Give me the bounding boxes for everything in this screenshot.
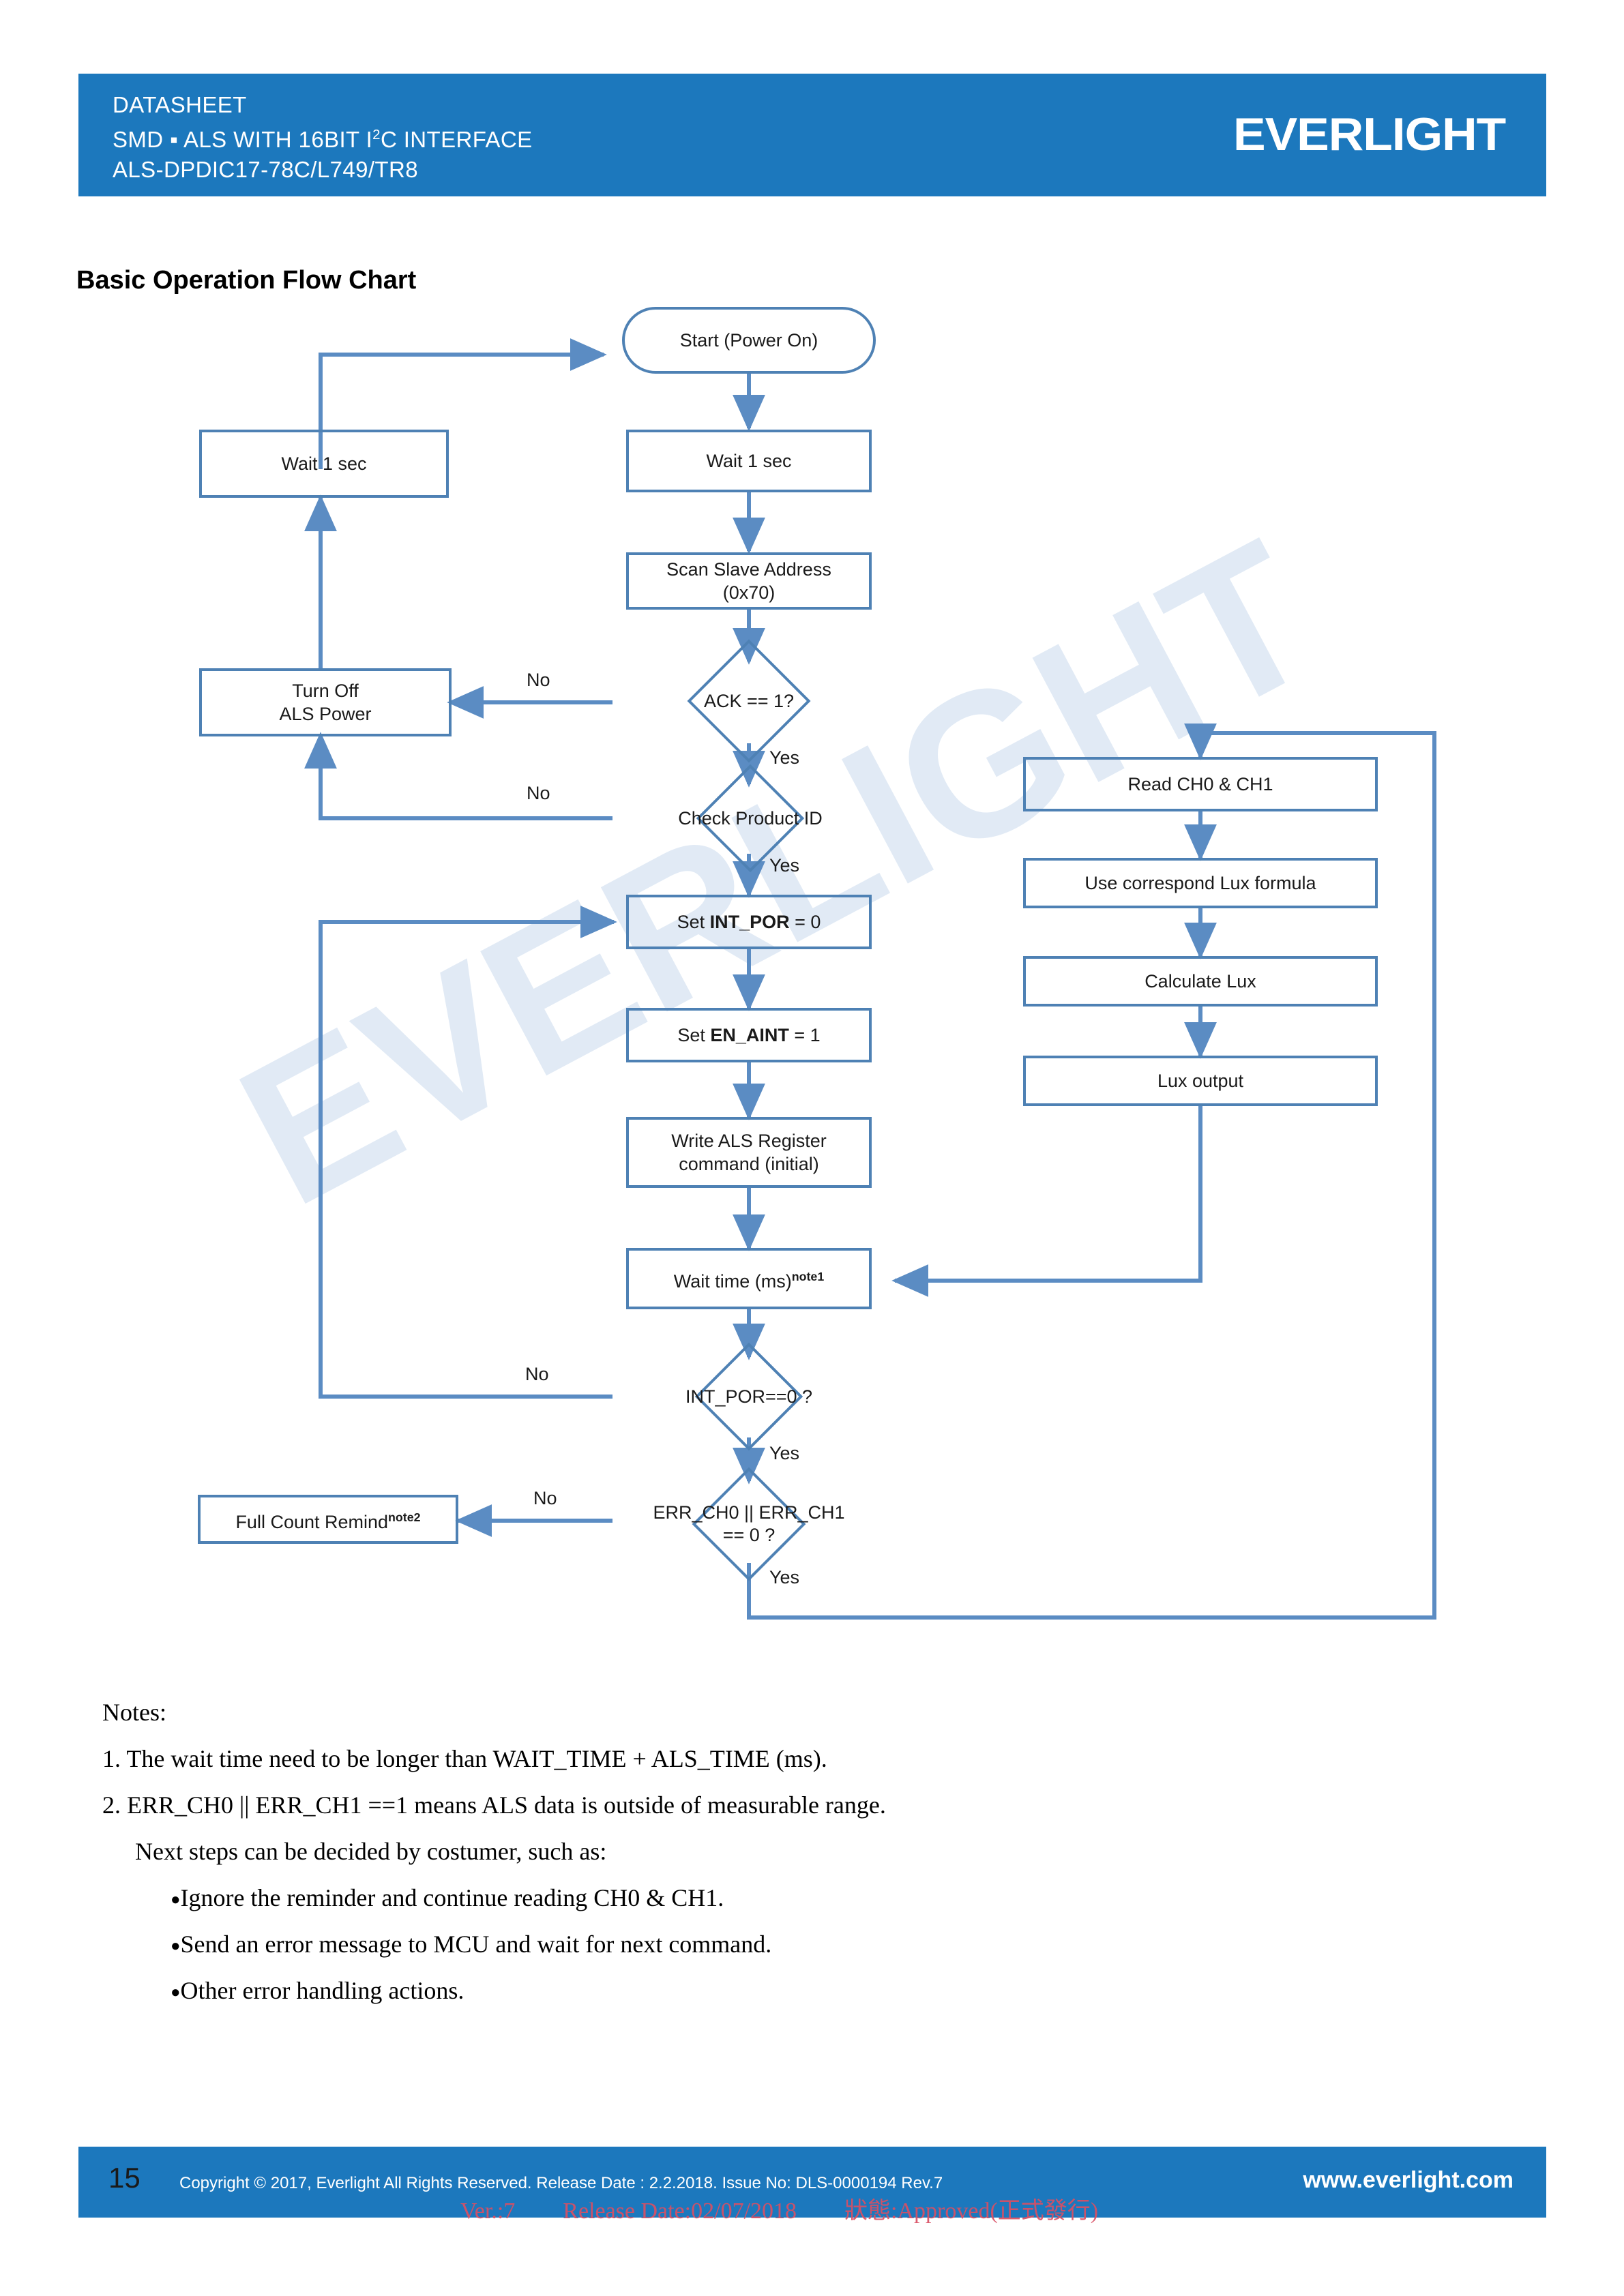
basic-operation-flow-chart: Start (Power On) Wait 1 sec Wait 1 sec S… [0, 293, 1624, 1671]
edge-label-id-no: No [527, 783, 550, 803]
note-bullet-3-text: Other error handling actions. [180, 1977, 464, 2004]
node-scan-line1: Scan Slave Address [666, 559, 831, 580]
node-wait-1-sec-main-label: Wait 1 sec [706, 451, 792, 471]
node-full-count-label: Full Count Remindnote2 [235, 1510, 421, 1532]
node-int-por-check-label: INT_POR==0 ? [685, 1386, 813, 1407]
node-calculate-lux[interactable]: Calculate Lux [1023, 956, 1378, 1007]
node-wait-time-label: Wait time (ms)note1 [673, 1269, 825, 1292]
node-int-por-check[interactable]: INT_POR==0 ? [599, 1342, 899, 1451]
header-line-datasheet: DATASHEET [113, 92, 247, 117]
edge-label-ack-no: No [527, 670, 550, 690]
node-set-int-por[interactable]: Set INT_POR = 0 [626, 895, 872, 949]
edge-label-id-yes: Yes [769, 855, 800, 876]
node-set-en-aint[interactable]: Set EN_AINT = 1 [626, 1008, 872, 1062]
page-header: DATASHEET SMD ▪ ALS WITH 16BIT I2C INTER… [78, 74, 1546, 196]
node-start-label: Start (Power On) [679, 330, 818, 351]
node-read-ch-label: Read CH0 & CH1 [1127, 774, 1273, 794]
page-footer: 15 Copyright © 2017, Everlight All Right… [78, 2147, 1546, 2224]
note-2-sub: Next steps can be decided by costumer, s… [135, 1838, 607, 1865]
stamp-status: 狀態:Approved(正式發行) [844, 2198, 1099, 2224]
node-scan-slave-address[interactable]: Scan Slave Address (0x70) [626, 552, 872, 610]
page-title: Basic Operation Flow Chart [76, 266, 417, 295]
node-calculate-lux-label: Calculate Lux [1145, 971, 1256, 992]
node-wait-1-sec-left-label: Wait 1 sec [281, 453, 367, 474]
node-lux-output[interactable]: Lux output [1023, 1056, 1378, 1106]
node-wait-1-sec-left[interactable]: Wait 1 sec [199, 430, 449, 498]
node-write-als-line1: Write ALS Register [671, 1131, 827, 1151]
node-err-ch-check-label: ERR_CH0 || ERR_CH1 == 0 ? [592, 1473, 906, 1575]
notes-section: Notes: 1. The wait time need to be longe… [102, 1698, 1398, 2023]
edge-label-intpor-yes: Yes [769, 1443, 800, 1463]
note-1: 1. The wait time need to be longer than … [102, 1745, 827, 1772]
note-bullet-1-text: Ignore the reminder and continue reading… [180, 1884, 724, 1911]
everlight-logo: EVERLIGHT [1232, 108, 1506, 160]
node-err-line2: == 0 ? [722, 1525, 776, 1545]
node-read-ch0-ch1[interactable]: Read CH0 & CH1 [1023, 757, 1378, 811]
note-bullet-3: ●Other error handling actions. [102, 1976, 1398, 2005]
note-bullet-2: ●Send an error message to MCU and wait f… [102, 1930, 1398, 1958]
node-wait-time-ms[interactable]: Wait time (ms)note1 [626, 1248, 872, 1309]
node-ack-decision[interactable]: ACK == 1? [612, 639, 885, 763]
note-bullet-2-text: Send an error message to MCU and wait fo… [180, 1930, 772, 1958]
edge-label-ack-yes: Yes [769, 747, 800, 768]
node-set-int-por-label: Set INT_POR = 0 [677, 912, 821, 932]
approval-stamp: Ver.:7 Release Date:02/07/2018 狀態:Approved… [460, 2192, 1098, 2225]
header-line2-pre: SMD ▪ ALS WITH 16BIT I [113, 127, 373, 152]
page-number: 15 [108, 2162, 141, 2194]
node-check-product-id[interactable]: Check Product ID [587, 764, 914, 873]
node-ack-label: ACK == 1? [703, 690, 795, 711]
bullet-dot-1: ● [171, 1891, 181, 1909]
edge-label-err-no: No [533, 1488, 557, 1508]
stamp-version: Ver.:7 [460, 2198, 516, 2224]
note-2: 2. ERR_CH0 || ERR_CH1 ==1 means ALS data… [102, 1791, 886, 1819]
stamp-release-date: Release Date:02/07/2018 [563, 2198, 797, 2224]
header-line-part-number: ALS-DPDIC17-78C/L749/TR8 [113, 157, 418, 182]
node-lux-formula-label: Use correspond Lux formula [1084, 873, 1316, 893]
node-scan-line2: (0x70) [722, 582, 776, 603]
header-title-block: DATASHEET SMD ▪ ALS WITH 16BIT I2C INTER… [113, 90, 533, 185]
notes-heading: Notes: [102, 1699, 166, 1726]
node-turn-off-line2: ALS Power [279, 704, 372, 724]
node-wait-1-sec-main[interactable]: Wait 1 sec [626, 430, 872, 492]
node-full-count-remind[interactable]: Full Count Remindnote2 [198, 1495, 458, 1544]
node-turn-off-als-power[interactable]: Turn Off ALS Power [199, 668, 452, 736]
header-line2-post: C INTERFACE [380, 127, 533, 152]
edge-label-err-yes: Yes [769, 1567, 800, 1587]
flowchart-connectors [304, 338, 1436, 1620]
copyright-text: Copyright © 2017, Everlight All Rights R… [179, 2174, 943, 2192]
node-turn-off-line1: Turn Off [292, 681, 359, 701]
note-bullet-1: ●Ignore the reminder and continue readin… [102, 1883, 1398, 1912]
node-err-line1: ERR_CH0 || ERR_CH1 [653, 1502, 845, 1523]
header-line2-superscript: 2 [372, 127, 381, 143]
node-start[interactable]: Start (Power On) [622, 307, 876, 374]
node-write-als-register[interactable]: Write ALS Register command (initial) [626, 1117, 872, 1188]
bullet-dot-3: ● [171, 1984, 181, 2002]
node-lux-output-label: Lux output [1157, 1071, 1244, 1091]
node-set-en-aint-label: Set EN_AINT = 1 [677, 1025, 821, 1045]
bullet-dot-2: ● [171, 1937, 181, 1956]
website-url[interactable]: www.everlight.com [1303, 2167, 1514, 2194]
edge-label-intpor-no: No [525, 1364, 549, 1384]
node-use-lux-formula[interactable]: Use correspond Lux formula [1023, 858, 1378, 908]
header-line-product-type: SMD ▪ ALS WITH 16BIT I2C INTERFACE [113, 120, 533, 155]
node-write-als-line2: command (initial) [679, 1154, 819, 1174]
node-err-ch-check[interactable]: ERR_CH0 || ERR_CH1 == 0 ? [592, 1467, 906, 1581]
node-check-product-id-label: Check Product ID [678, 807, 823, 829]
